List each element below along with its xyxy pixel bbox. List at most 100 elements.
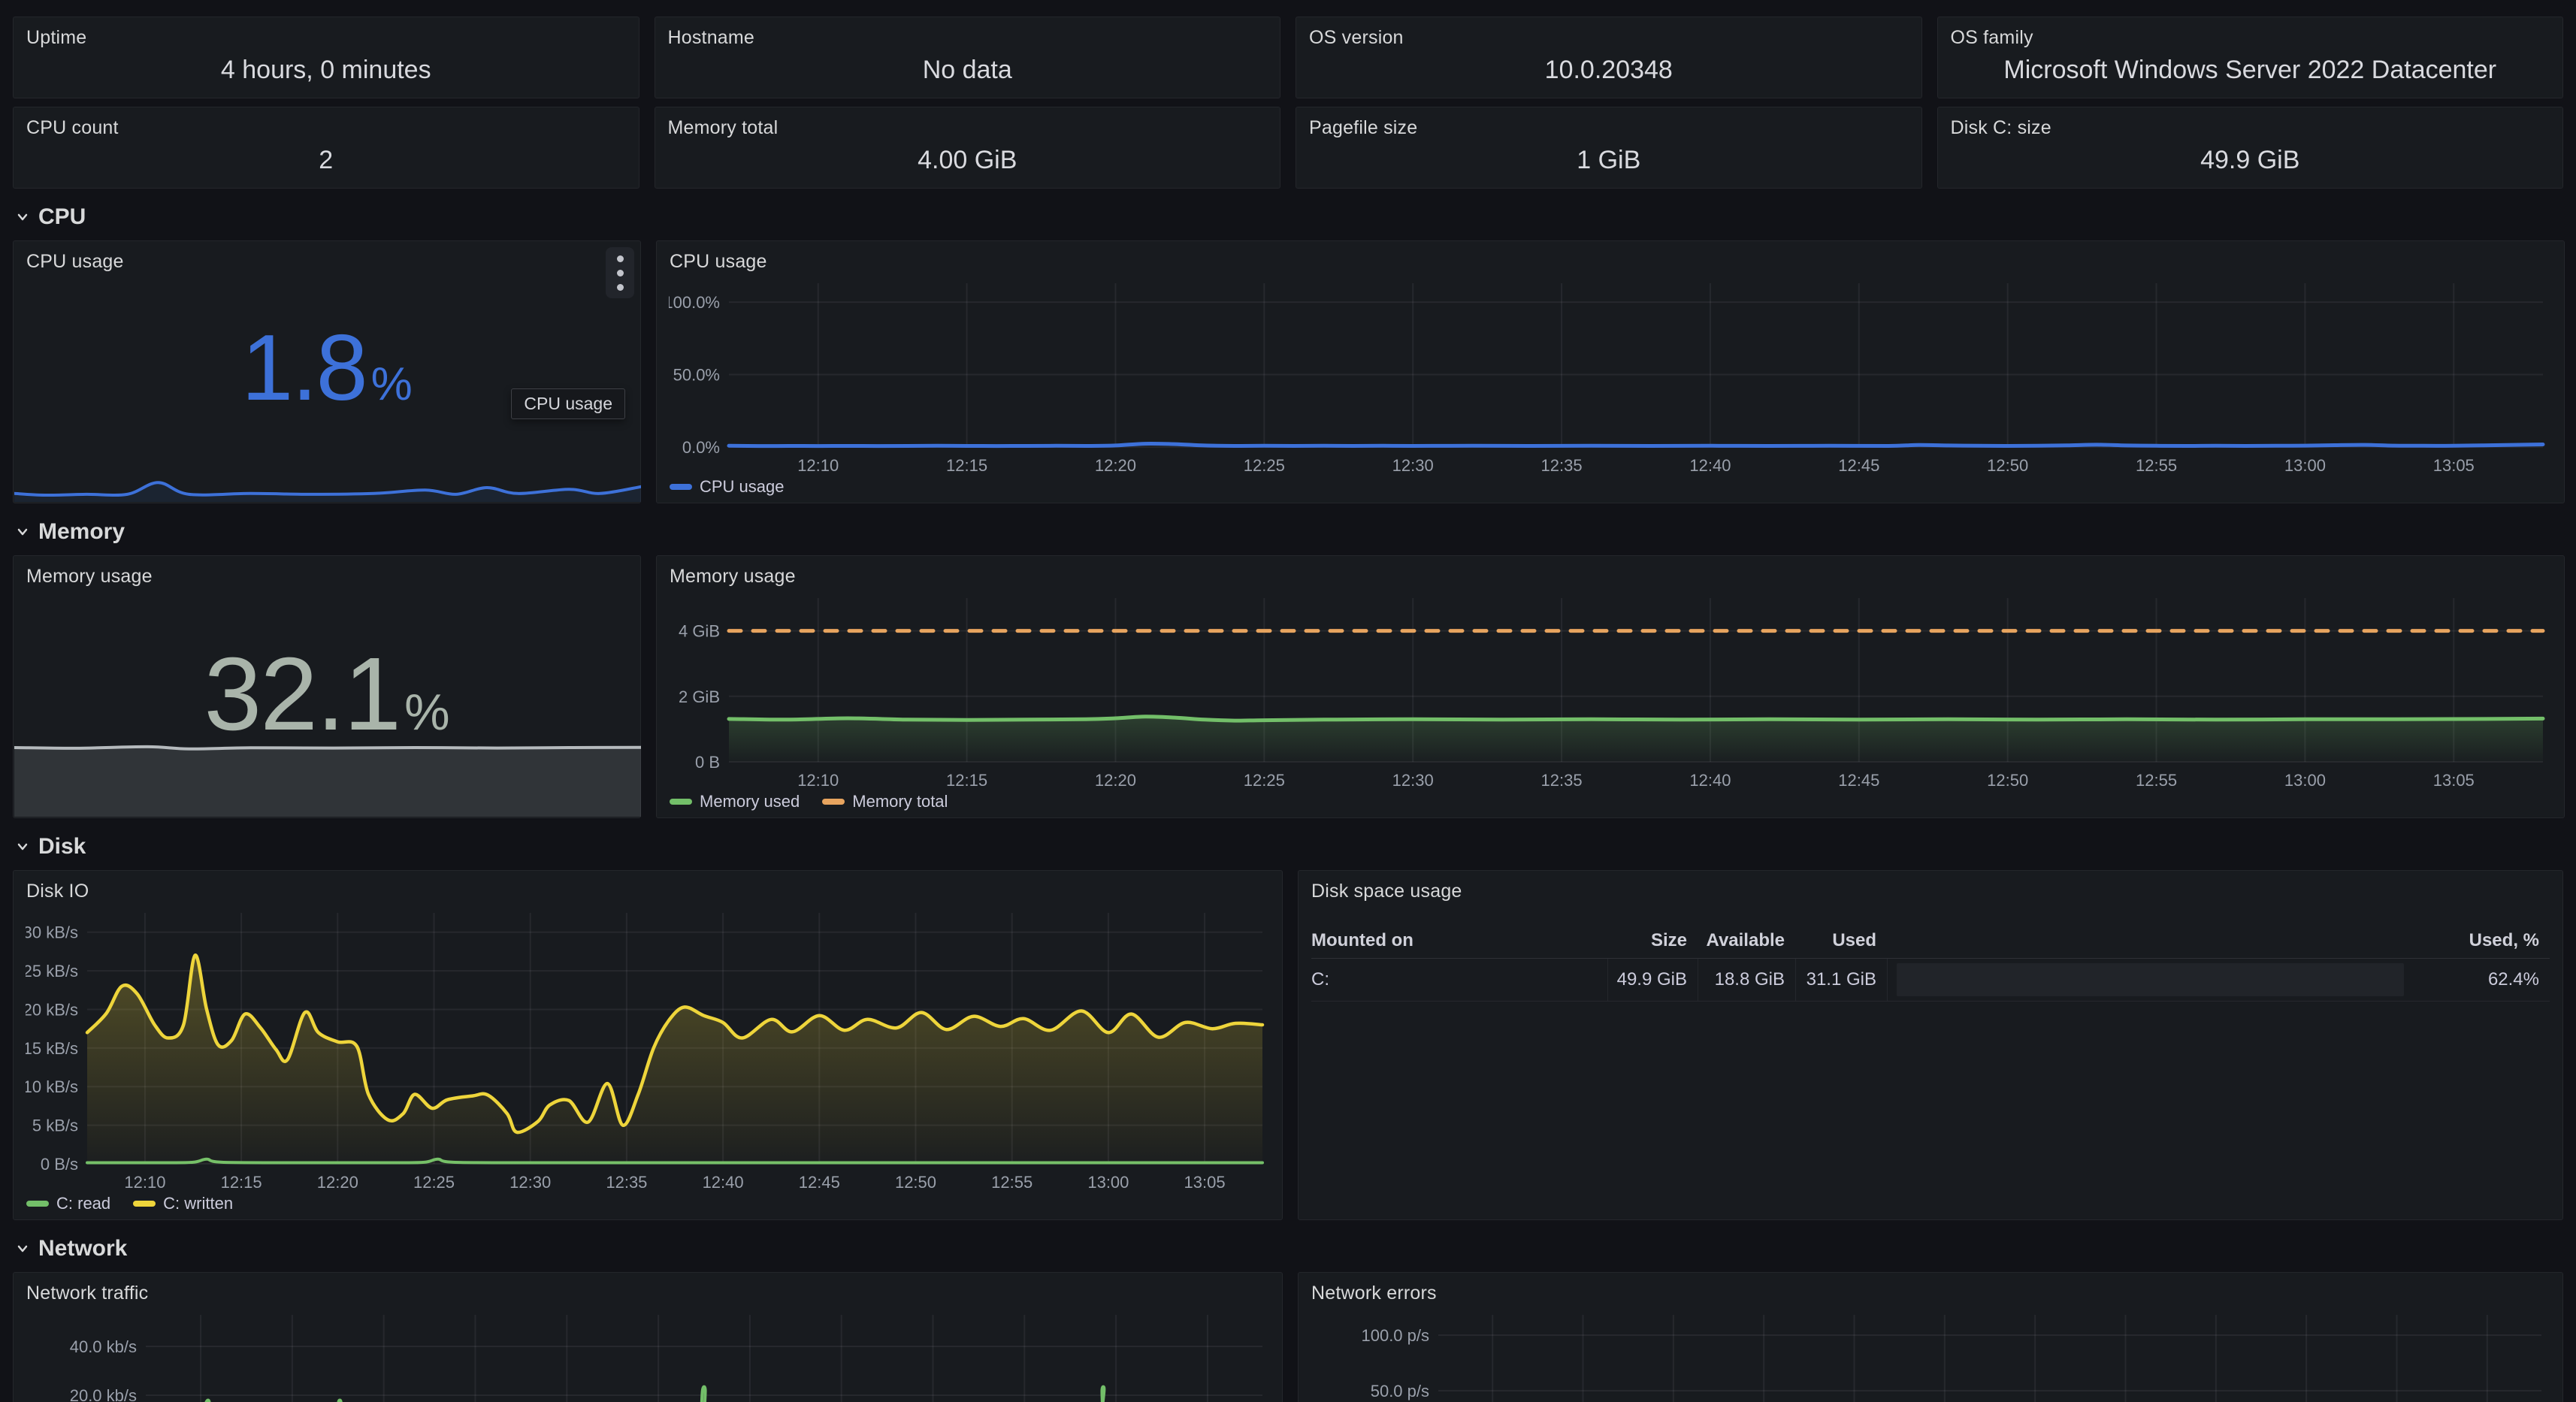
- chevron-down-icon: [13, 837, 32, 857]
- y-axis-label: 2 GiB: [679, 687, 720, 706]
- legend-item[interactable]: CPU usage: [670, 477, 785, 497]
- disk-space-usage-panel: Disk space usage Mounted on Size Availab…: [1298, 870, 2563, 1220]
- legend-label: C: read: [56, 1194, 110, 1213]
- x-axis-label: 13:05: [2433, 771, 2475, 789]
- legend-swatch: [822, 799, 845, 805]
- panel-title[interactable]: Memory usage: [14, 556, 640, 588]
- col-header-size[interactable]: Size: [1607, 930, 1698, 951]
- x-axis-label: 12:35: [1541, 456, 1583, 474]
- stat-value: 2: [14, 139, 639, 188]
- memory-usage-chart[interactable]: 12:1012:1512:2012:2512:3012:3512:4012:45…: [669, 592, 2552, 789]
- x-axis-label: 12:25: [1244, 771, 1285, 789]
- series-line: [14, 747, 641, 749]
- grafana-dashboard: Uptime 4 hours, 0 minutes Hostname No da…: [0, 0, 2576, 1402]
- memory-usage-value: 32.1: [204, 635, 400, 754]
- network-traffic-chart[interactable]: 40.0 kb/s20.0 kb/s: [26, 1309, 1271, 1402]
- cell-used: 31.1 GiB: [1795, 959, 1887, 1001]
- y-axis-label: 25 kB/s: [26, 962, 78, 980]
- section-header-network[interactable]: Network: [13, 1235, 2563, 1262]
- chart-legend: CPU usage: [657, 474, 2564, 497]
- cpu-usage-value-wrap: 1.8 %: [14, 286, 640, 450]
- chevron-down-icon: [13, 1239, 32, 1258]
- panel-title[interactable]: OS family: [1938, 17, 2563, 49]
- table-row: C: 49.9 GiB 18.8 GiB 31.1 GiB 62.4%: [1311, 959, 2550, 1002]
- y-axis-label: 5 kB/s: [32, 1116, 78, 1135]
- memory-usage-unit: %: [404, 683, 449, 742]
- col-header-used[interactable]: Used: [1795, 930, 1887, 951]
- section-header-memory[interactable]: Memory: [13, 518, 2563, 545]
- cpu-usage-chart[interactable]: 12:1012:1512:2012:2512:3012:3512:4012:45…: [669, 277, 2552, 474]
- network-errors-chart-panel: Network errors 100.0 p/s50.0 p/s: [1298, 1272, 2563, 1402]
- stat-value: 4 hours, 0 minutes: [14, 49, 639, 98]
- stat-value: 4.00 GiB: [655, 139, 1280, 188]
- disk-io-chart-panel: Disk IO 12:1012:1512:2012:2512:3012:3512…: [13, 870, 1283, 1220]
- legend-item[interactable]: Memory used: [670, 792, 800, 811]
- disk-usage-bar-track: [1897, 963, 2404, 996]
- disk-io-chart[interactable]: 12:1012:1512:2012:2512:3012:3512:4012:45…: [26, 907, 1271, 1191]
- x-axis-label: 12:25: [1244, 456, 1285, 474]
- stat-panel-pagefile-size: Pagefile size 1 GiB: [1296, 107, 1922, 189]
- series-fill: [14, 747, 641, 817]
- stat-value: Microsoft Windows Server 2022 Datacenter: [1938, 49, 2563, 98]
- x-axis-label: 12:15: [946, 771, 987, 789]
- panel-title[interactable]: OS version: [1296, 17, 1921, 49]
- panel-title[interactable]: Memory total: [655, 107, 1280, 139]
- legend-item[interactable]: Memory total: [822, 792, 948, 811]
- x-axis-label: 13:05: [1184, 1173, 1226, 1191]
- stat-panel-hostname: Hostname No data: [655, 17, 1281, 98]
- col-header-mounted-on[interactable]: Mounted on: [1311, 930, 1607, 951]
- panel-title[interactable]: Disk space usage: [1299, 871, 2562, 902]
- disk-space-table: Mounted on Size Available Used Used, % C…: [1311, 923, 2550, 1002]
- cell-used-bar: [1887, 959, 2413, 1001]
- stat-value: 1 GiB: [1296, 139, 1921, 188]
- stat-panel-os-family: OS family Microsoft Windows Server 2022 …: [1937, 17, 2564, 98]
- panel-title[interactable]: CPU count: [14, 107, 639, 139]
- x-axis-label: 13:00: [2284, 456, 2326, 474]
- legend-item[interactable]: C: read: [26, 1194, 110, 1213]
- x-axis-label: 12:30: [1392, 456, 1434, 474]
- panel-title[interactable]: CPU usage: [14, 241, 640, 273]
- cpu-usage-sparkline: [14, 460, 641, 502]
- panel-title[interactable]: Network errors: [1299, 1273, 2562, 1304]
- section-title: Memory: [38, 519, 125, 545]
- x-axis-label: 12:10: [124, 1173, 165, 1191]
- chevron-down-icon: [13, 522, 32, 542]
- stat-value: 49.9 GiB: [1938, 139, 2563, 188]
- panel-title[interactable]: Disk C: size: [1938, 107, 2563, 139]
- legend-item[interactable]: C: written: [133, 1194, 233, 1213]
- legend-swatch: [670, 799, 692, 805]
- panel-title[interactable]: Uptime: [14, 17, 639, 49]
- network-errors-chart[interactable]: 100.0 p/s50.0 p/s: [1311, 1309, 2550, 1402]
- legend-label: C: written: [163, 1194, 233, 1213]
- panel-title[interactable]: Disk IO: [14, 871, 1282, 902]
- stat-panel-os-version: OS version 10.0.20348: [1296, 17, 1922, 98]
- cpu-row: CPU usage 1.8 % CPU usage CPU usage 12:1…: [13, 240, 2563, 503]
- panel-title[interactable]: Memory usage: [657, 556, 2564, 588]
- cpu-usage-data-link-chip[interactable]: CPU usage: [511, 388, 625, 419]
- section-header-disk[interactable]: Disk: [13, 833, 2563, 860]
- section-title: CPU: [38, 204, 86, 230]
- x-axis-label: 13:05: [2433, 456, 2475, 474]
- panel-title[interactable]: Pagefile size: [1296, 107, 1921, 139]
- y-axis-label: 100.0 p/s: [1361, 1326, 1429, 1345]
- x-axis-label: 12:40: [703, 1173, 744, 1191]
- y-axis-label: 15 kB/s: [26, 1039, 78, 1058]
- panel-title[interactable]: Hostname: [655, 17, 1280, 49]
- series-line: [729, 444, 2543, 446]
- x-axis-label: 12:20: [317, 1173, 358, 1191]
- x-axis-label: 12:40: [1689, 771, 1731, 789]
- panel-title[interactable]: Network traffic: [14, 1273, 1282, 1304]
- col-header-available[interactable]: Available: [1698, 930, 1795, 951]
- x-axis-label: 12:35: [606, 1173, 647, 1191]
- col-header-used-pct[interactable]: Used, %: [2413, 930, 2550, 951]
- panel-title[interactable]: CPU usage: [657, 241, 2564, 273]
- x-axis-label: 12:45: [799, 1173, 840, 1191]
- series-line: [729, 717, 2543, 721]
- x-axis-label: 12:55: [2136, 456, 2177, 474]
- stat-panel-cpu-count: CPU count 2: [13, 107, 639, 189]
- y-axis-label: 10 kB/s: [26, 1077, 78, 1096]
- disk-row: Disk IO 12:1012:1512:2012:2512:3012:3512…: [13, 870, 2563, 1220]
- x-axis-label: 12:50: [1987, 771, 2028, 789]
- x-axis-label: 12:20: [1095, 771, 1136, 789]
- section-header-cpu[interactable]: CPU: [13, 204, 2563, 231]
